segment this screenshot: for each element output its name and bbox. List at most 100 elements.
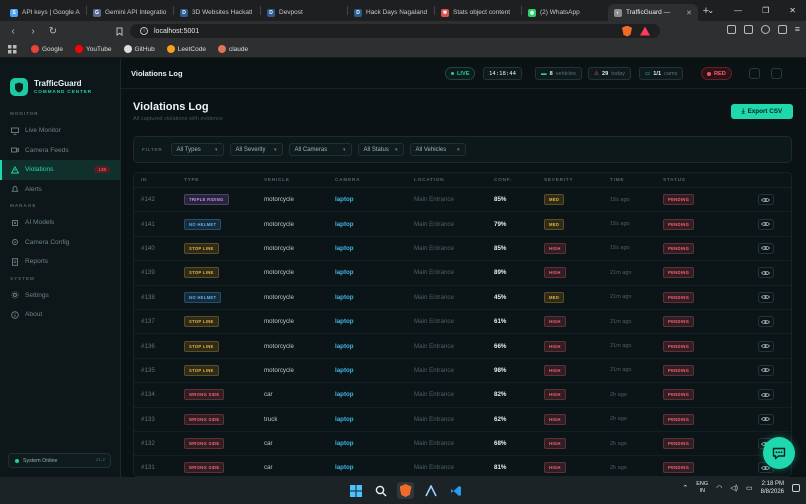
minimize-icon[interactable]: — — [734, 6, 742, 15]
violations-count-badge: 138 — [94, 166, 110, 174]
view-eye-icon[interactable] — [757, 218, 774, 230]
sidebar-item-reports[interactable]: Reports — [0, 252, 120, 272]
language-indicator[interactable]: ENG IN — [696, 481, 708, 495]
export-csv-button[interactable]: ⤓ Export CSV — [731, 104, 793, 119]
chevron-down-icon: ▾ — [274, 146, 277, 153]
taskbar-clock[interactable]: 2:18 PM 8/8/2026 — [761, 480, 784, 496]
sidebar-item-camera-feeds[interactable]: Camera Feeds — [0, 141, 120, 161]
bookmark-label: Google — [42, 45, 63, 53]
browser-tab[interactable]: ◉ (2) WhatsApp — [522, 4, 608, 21]
vpn-icon[interactable] — [777, 24, 787, 34]
actions-cell — [740, 389, 791, 401]
forward-icon[interactable]: › — [26, 26, 40, 37]
bookmark-item[interactable]: LeetCode — [166, 45, 206, 53]
table-row[interactable]: #136 STOP LINE motorcycle laptop Main Entran… — [134, 334, 791, 359]
chat-button[interactable] — [763, 437, 795, 469]
bookmark-icon[interactable] — [116, 27, 130, 36]
sidebar-item-about[interactable]: About — [0, 305, 120, 325]
maximize-icon[interactable]: ❐ — [762, 6, 769, 15]
sidebar-toggle-icon[interactable] — [726, 24, 736, 34]
wallet-icon[interactable] — [743, 24, 753, 34]
refresh-icon[interactable] — [749, 68, 760, 79]
menu-icon[interactable]: ≡ — [795, 24, 800, 34]
leo-ai-icon[interactable] — [760, 24, 770, 34]
browser-tab[interactable]: ✱ Stats object content — [435, 4, 521, 21]
location-cell: Main Entrance — [414, 220, 454, 228]
antigravity-icon[interactable] — [422, 482, 439, 499]
wifi-icon[interactable]: ◠ — [716, 484, 722, 492]
brand-name: TrafficGuard — [34, 79, 82, 88]
sidebar-item-camera-config[interactable]: Camera Config — [0, 233, 120, 253]
table-row[interactable]: #133 WRONG SIDE truck laptop Main Entrance 62… — [134, 408, 791, 432]
view-eye-icon[interactable] — [757, 194, 774, 206]
brave-browser-icon[interactable] — [397, 482, 414, 499]
tab-close-icon[interactable]: ✕ — [686, 9, 692, 17]
filter-select-all-vehicles[interactable]: All Vehicles ▾ — [409, 143, 466, 156]
url-field[interactable]: i localhost:5001 — [130, 24, 660, 38]
filter-select-all-severity[interactable]: All Severity ▾ — [229, 143, 283, 156]
bookmark-item[interactable]: YouTube — [74, 45, 112, 53]
browser-tab[interactable]: D 3D Websites Hackatl — [174, 4, 260, 21]
table-row[interactable]: #137 STOP LINE motorcycle laptop Main Entran… — [134, 310, 791, 335]
vscode-icon[interactable] — [447, 482, 464, 499]
view-eye-icon[interactable] — [757, 267, 774, 279]
vehicle-cell: motorcycle — [264, 269, 294, 277]
browser-tab[interactable]: ◐ TrafficGuard — ✕ — [608, 4, 698, 21]
view-eye-icon[interactable] — [757, 340, 774, 352]
fullscreen-icon[interactable] — [771, 68, 782, 79]
filter-select-all-cameras[interactable]: All Cameras ▾ — [288, 143, 352, 156]
bookmark-item[interactable]: GitHub — [123, 45, 155, 53]
notification-icon[interactable] — [792, 484, 800, 492]
today-pill: ⚠ 29 today — [588, 67, 631, 80]
filter-select-all-status[interactable]: All Status ▾ — [357, 143, 404, 156]
search-icon[interactable] — [372, 482, 389, 499]
browser-tab[interactable]: S API keys | Google AI — [4, 4, 86, 21]
reload-icon[interactable]: ↻ — [46, 26, 60, 37]
chevron-up-icon[interactable]: ⌃ — [682, 484, 688, 492]
filter-select-all-types[interactable]: All Types ▾ — [170, 143, 224, 156]
site-info-icon[interactable]: i — [140, 27, 148, 35]
table-row[interactable]: #135 STOP LINE motorcycle laptop Main Entran… — [134, 359, 791, 384]
view-eye-icon[interactable] — [757, 364, 774, 376]
confidence-cell: 89% — [494, 269, 507, 277]
view-eye-icon[interactable] — [757, 413, 774, 425]
view-eye-icon[interactable] — [757, 316, 774, 328]
browser-tab[interactable]: D Devpost — [261, 4, 347, 21]
close-icon[interactable]: ✕ — [789, 6, 796, 15]
vehicles-count: 8 — [549, 70, 553, 77]
table-row[interactable]: #131 WRONG SIDE car laptop Main Entrance 81% H… — [134, 456, 791, 476]
battery-icon[interactable]: ▭ — [746, 484, 753, 492]
bookmark-label: LeetCode — [177, 45, 206, 53]
severity-cell: HIGH — [544, 389, 610, 401]
sidebar-item-ai-models[interactable]: AI Models — [0, 213, 120, 233]
chevron-down-icon[interactable]: ⌄ — [707, 6, 714, 15]
bookmark-item[interactable]: claude — [217, 45, 248, 53]
table-row[interactable]: #139 STOP LINE motorcycle laptop Main Entran… — [134, 261, 791, 286]
browser-tab[interactable]: G Gemini API Integratio — [87, 4, 173, 21]
brave-shields-icon[interactable] — [622, 25, 632, 37]
table-row[interactable]: #132 WRONG SIDE car laptop Main Entrance 68% H… — [134, 432, 791, 457]
bookmark-item[interactable]: Google — [31, 45, 63, 53]
time-cell: 15s ago — [610, 221, 630, 228]
back-icon[interactable]: ‹ — [6, 26, 20, 37]
tab-favicon-icon: D — [180, 8, 188, 17]
apps-grid-icon[interactable] — [8, 44, 17, 54]
table-row[interactable]: #141 NO HELMET motorcycle laptop Main Entran… — [134, 212, 791, 237]
violation-type-cell: STOP LINE — [178, 242, 264, 254]
sidebar-item-violations[interactable]: Violations 138 — [0, 160, 120, 180]
view-eye-icon[interactable] — [757, 291, 774, 303]
sidebar-item-settings[interactable]: Settings — [0, 286, 120, 306]
brave-rewards-icon[interactable] — [640, 26, 650, 36]
sidebar-item-live-monitor[interactable]: Live Monitor — [0, 121, 120, 141]
start-icon[interactable] — [347, 482, 364, 499]
view-eye-icon[interactable] — [757, 242, 774, 254]
browser-tab[interactable]: D Hack Days Nagaland — [348, 4, 434, 21]
table-row[interactable]: #142 TRIPLE RIDING motorcycle laptop Main En… — [134, 188, 791, 213]
view-eye-icon[interactable] — [757, 389, 774, 401]
volume-icon[interactable]: ◁) — [730, 484, 738, 492]
table-row[interactable]: #134 WRONG SIDE car laptop Main Entrance 82% H… — [134, 383, 791, 408]
chevron-down-icon: ▾ — [215, 146, 218, 153]
sidebar-item-alerts[interactable]: Alerts — [0, 180, 120, 200]
table-row[interactable]: #138 NO HELMET motorcycle laptop Main Entran… — [134, 286, 791, 310]
table-row[interactable]: #140 STOP LINE motorcycle laptop Main Entran… — [134, 237, 791, 262]
